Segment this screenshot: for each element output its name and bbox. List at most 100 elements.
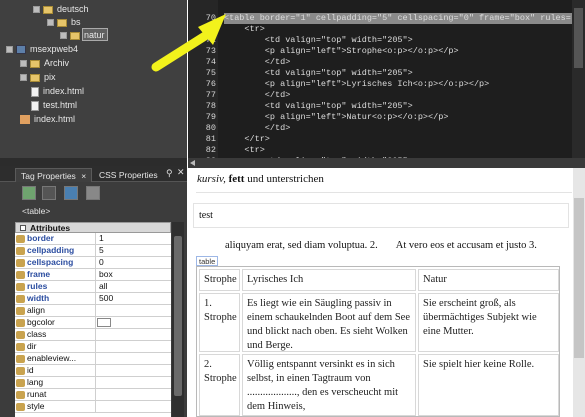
line-number: 75	[205, 68, 216, 78]
table-header-cell[interactable]: Lyrisches Ich	[242, 269, 416, 291]
attr-value[interactable]: 5	[97, 245, 104, 256]
attr-row-width[interactable]: width 500	[15, 293, 171, 305]
test-paragraph-box[interactable]: test	[193, 203, 569, 228]
attr-value[interactable]: 0	[97, 257, 104, 268]
code-line[interactable]: <p align="left">Natur<o:p></o:p></p>	[224, 112, 449, 123]
scrollbar-thumb[interactable]	[174, 236, 182, 396]
attributes-grid: border 1 cellpadding 5 cellspacing 0 frame b…	[15, 233, 171, 417]
scrollbar-thumb[interactable]	[574, 198, 584, 358]
attr-value[interactable]: 500	[97, 293, 113, 304]
code-line[interactable]: <p align="left">Lyrisches Ich<o:p></o:p>…	[224, 79, 489, 90]
attr-row-rules[interactable]: rules all	[15, 281, 171, 293]
table-cell[interactable]: Sie spielt hier keine Rolle.	[418, 354, 559, 416]
attr-row-bgcolor[interactable]: bgcolor	[15, 317, 171, 329]
table-cell[interactable]: Sie erscheint groß, als übermächtiges Su…	[418, 293, 559, 352]
pin-icon[interactable]: ⚲	[166, 168, 173, 179]
attr-row-dir[interactable]: dir	[15, 341, 171, 353]
attr-row-style[interactable]: style	[15, 401, 171, 413]
divider	[196, 192, 572, 193]
attr-value[interactable]: 1	[97, 233, 104, 244]
code-line[interactable]: </tr>	[224, 134, 270, 145]
attr-row-cellspacing[interactable]: cellspacing 0	[15, 257, 171, 269]
attr-row-runat[interactable]: runat	[15, 389, 171, 401]
tree-item-bs[interactable]: bs	[47, 16, 81, 29]
poem-table[interactable]: Strophe Lyrisches Ich Natur 1. Strophe E…	[196, 266, 560, 417]
code-line[interactable]: </td>	[224, 57, 291, 68]
code-line[interactable]: <p align="left">Strophe<o:p></o:p></p>	[224, 46, 459, 57]
attr-row-enableview[interactable]: enableview...	[15, 353, 171, 365]
code-line[interactable]: <table border="1" cellpadding="5" cellsp…	[224, 13, 576, 24]
tab-tag-properties[interactable]: Tag Properties ×	[15, 168, 93, 182]
table-cell[interactable]: 1. Strophe	[199, 293, 240, 352]
close-icon[interactable]: ✕	[177, 167, 185, 178]
code-line[interactable]: <tr>	[224, 24, 264, 35]
site-icon	[16, 45, 26, 55]
attributes-header-label: Attributes	[30, 223, 71, 233]
attr-row-class[interactable]: class	[15, 329, 171, 341]
table-tag-badge[interactable]: table	[196, 256, 219, 266]
collapse-arrow-icon[interactable]	[190, 160, 195, 166]
tree-item-natur[interactable]: natur	[60, 29, 105, 42]
expand-icon[interactable]	[20, 74, 27, 82]
code-view[interactable]: 70 <table border="1" cellpadding="5" cell…	[188, 0, 576, 166]
tree-item-deutsch[interactable]: deutsch	[33, 3, 89, 16]
show-set-properties-icon[interactable]	[64, 186, 78, 200]
expand-icon[interactable]	[33, 6, 40, 14]
tag-icon[interactable]	[86, 186, 100, 200]
attribute-icon	[16, 283, 25, 291]
attribute-icon	[16, 367, 25, 375]
split-view-divider[interactable]	[188, 158, 585, 168]
table-cell[interactable]: Völlig entspannt versinkt es in sich sel…	[242, 354, 416, 416]
sort-icon[interactable]	[42, 186, 56, 200]
tree-item-archiv[interactable]: Archiv	[20, 57, 69, 70]
table-cell[interactable]: 2. Strophe	[199, 354, 240, 416]
expand-icon[interactable]	[60, 32, 67, 40]
tab-css-properties[interactable]: CSS Properties	[94, 168, 163, 182]
code-line[interactable]: </td>	[224, 90, 291, 101]
table-header-cell[interactable]: Strophe	[199, 269, 240, 291]
collapse-icon[interactable]	[6, 46, 13, 54]
home-icon	[20, 115, 30, 125]
attr-row-cellpadding[interactable]: cellpadding 5	[15, 245, 171, 257]
attr-value[interactable]: all	[97, 281, 108, 292]
table-header-cell[interactable]: Natur	[418, 269, 559, 291]
attr-row-frame[interactable]: frame box	[15, 269, 171, 281]
attr-row-lang[interactable]: lang	[15, 377, 171, 389]
tree-item-test-html[interactable]: test.html	[31, 99, 77, 112]
attr-name: bgcolor	[15, 317, 96, 329]
code-line[interactable]: <tr>	[224, 145, 264, 156]
design-scrollbar[interactable]	[573, 168, 585, 417]
tree-item-label: pix	[44, 72, 56, 82]
expand-icon[interactable]	[20, 60, 27, 68]
code-line[interactable]: </td>	[224, 123, 291, 134]
tree-item-msexpweb4[interactable]: msexpweb4	[6, 43, 78, 56]
attr-row-align[interactable]: align	[15, 305, 171, 317]
expand-icon[interactable]	[47, 19, 54, 27]
code-line[interactable]: <td valign="top" width="205">	[224, 101, 413, 112]
attr-name: frame	[15, 269, 96, 281]
attr-row-id[interactable]: id	[15, 365, 171, 377]
table-cell[interactable]: Es liegt wie ein Säugling passiv in eine…	[242, 293, 416, 352]
tree-item-label: natur	[84, 30, 105, 40]
line-number: 77	[205, 90, 216, 100]
attr-name: border	[15, 233, 96, 245]
tree-item-home-index[interactable]: index.html	[20, 113, 75, 126]
attr-row-border[interactable]: border 1	[15, 233, 171, 245]
code-line[interactable]: <td valign="top" width="205">	[224, 68, 413, 79]
tree-item-index-html[interactable]: index.html	[31, 85, 84, 98]
code-line[interactable]: <td valign="top" width="205">	[224, 35, 413, 46]
tree-item-pix[interactable]: pix	[20, 71, 56, 84]
collapse-icon[interactable]	[20, 225, 26, 231]
code-scrollbar[interactable]	[572, 0, 585, 158]
attributes-scrollbar[interactable]	[172, 222, 184, 417]
design-view[interactable]: kursiv, fett und unterstrichen test aliq…	[188, 168, 573, 417]
underline-text: und unterstrichen	[244, 173, 324, 185]
color-swatch[interactable]	[97, 318, 111, 327]
attribute-icon	[16, 331, 25, 339]
close-icon[interactable]: ×	[81, 171, 86, 181]
attr-value[interactable]: box	[97, 269, 113, 280]
categorized-view-icon[interactable]	[22, 186, 36, 200]
attributes-category-header[interactable]: Attributes	[15, 222, 171, 233]
panel-splitter[interactable]	[0, 158, 187, 166]
scrollbar-thumb[interactable]	[574, 8, 583, 68]
